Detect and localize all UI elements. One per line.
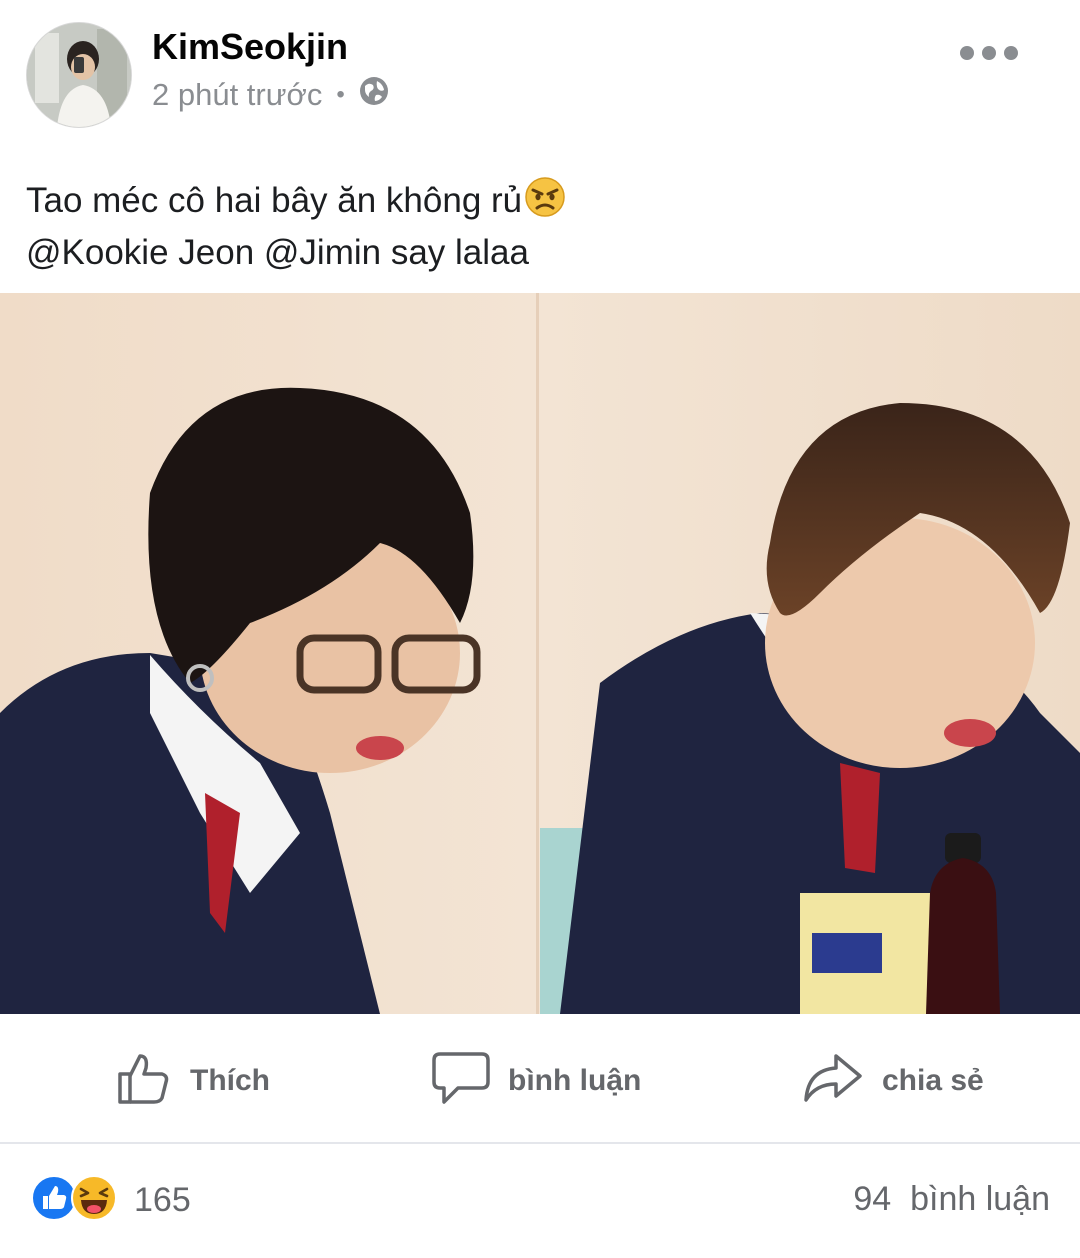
share-button[interactable]: chia sẻ: [802, 1050, 984, 1111]
haha-reaction-icon: [70, 1174, 118, 1227]
avatar[interactable]: [26, 22, 132, 128]
like-button[interactable]: Thích: [116, 1050, 270, 1111]
caption-text-1: Tao méc cô hai bây ăn không rủ: [26, 181, 523, 220]
comment-bubble-icon: [432, 1050, 490, 1111]
post-time[interactable]: 2 phút trước: [152, 77, 322, 113]
post-header: KimSeokjin 2 phút trước •: [0, 0, 1080, 140]
like-label: Thích: [190, 1063, 270, 1097]
reactions-count: 165: [134, 1181, 191, 1219]
globe-icon: [359, 76, 389, 114]
post-photo[interactable]: [0, 293, 1080, 1014]
angry-face-emoji-icon: [524, 176, 566, 230]
comment-button[interactable]: bình luận: [432, 1050, 641, 1111]
post-actions-bar: Thích bình luận chia sẻ: [0, 1014, 1080, 1144]
share-arrow-icon: [802, 1050, 864, 1111]
more-dot-icon: [982, 46, 996, 60]
author-name[interactable]: KimSeokjin: [152, 26, 348, 68]
post-stats: 165 94 bình luận: [0, 1146, 1080, 1258]
comment-label: bình luận: [508, 1063, 642, 1097]
share-label: chia sẻ: [882, 1063, 984, 1097]
more-dot-icon: [1004, 46, 1018, 60]
reactions-summary[interactable]: 165: [30, 1174, 191, 1227]
comments-count[interactable]: 94 bình luận: [853, 1180, 1050, 1219]
more-dot-icon: [960, 46, 974, 60]
caption-line-1: Tao méc cô hai bây ăn không rủ: [26, 176, 1056, 230]
meta-separator: •: [336, 81, 345, 108]
thumbs-up-icon: [116, 1050, 172, 1111]
post-caption: Tao méc cô hai bây ăn không rủ @Kookie J…: [26, 176, 1056, 276]
post-meta: 2 phút trước •: [152, 76, 389, 114]
more-options-button[interactable]: [954, 40, 1024, 66]
caption-line-2: @Kookie Jeon @Jimin say lalaa: [26, 233, 529, 272]
